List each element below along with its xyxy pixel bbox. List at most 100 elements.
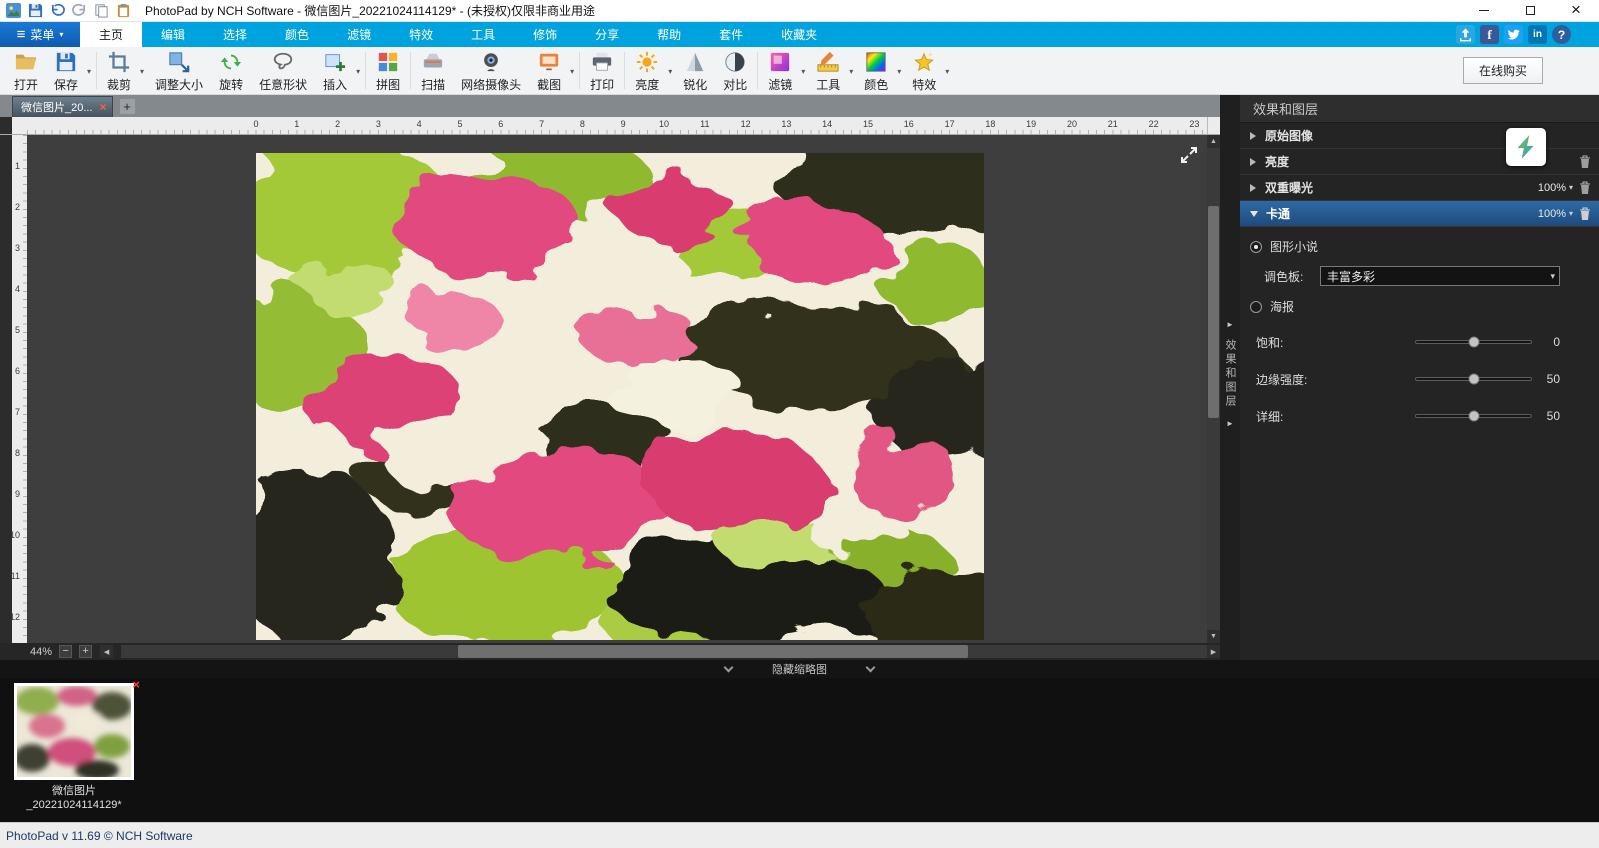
- menu-tab-suite[interactable]: 套件: [700, 22, 762, 47]
- collapse-panel-icon[interactable]: [1226, 419, 1234, 428]
- ruler-number: 22: [1149, 119, 1159, 129]
- effects-button[interactable]: 特效: [904, 47, 952, 94]
- layer-row-cartoon[interactable]: 卡通 100%: [1240, 201, 1599, 227]
- insert-button[interactable]: 插入: [315, 47, 363, 94]
- style-option-graphic-novel[interactable]: 图形小说: [1250, 240, 1599, 253]
- canvas[interactable]: [27, 135, 1207, 643]
- paste-icon[interactable]: [116, 3, 131, 18]
- facebook-icon[interactable]: [1480, 25, 1499, 44]
- thumbnail-item[interactable]: 微信图片 _20221024114129*: [10, 683, 138, 813]
- palette-dropdown[interactable]: 丰富多彩: [1320, 266, 1560, 286]
- separator: [365, 52, 366, 89]
- contrast-button[interactable]: 对比: [715, 47, 755, 94]
- menu-tab-effects[interactable]: 特效: [390, 22, 452, 47]
- thumbnail-close-icon[interactable]: [132, 676, 140, 694]
- rotate-button[interactable]: 旋转: [211, 47, 251, 94]
- linkedin-icon[interactable]: [1528, 25, 1547, 44]
- tab-close-icon[interactable]: [100, 101, 107, 114]
- crop-button[interactable]: 裁剪: [99, 47, 147, 94]
- menu-tab-home[interactable]: 主页: [80, 22, 142, 47]
- radio-unselected-icon[interactable]: [1250, 301, 1262, 313]
- radio-label: 图形小说: [1270, 238, 1318, 255]
- style-option-poster[interactable]: 海报: [1250, 300, 1599, 313]
- chevron-right-icon[interactable]: [1250, 184, 1256, 192]
- menu-tab-help[interactable]: 帮助: [638, 22, 700, 47]
- menu-tab-filter[interactable]: 滤镜: [328, 22, 390, 47]
- opacity-dropdown[interactable]: 100%: [1538, 182, 1573, 194]
- trash-icon[interactable]: [1579, 207, 1591, 221]
- saturation-slider[interactable]: [1415, 340, 1532, 344]
- buy-online-button[interactable]: 在线购买: [1463, 57, 1543, 84]
- scroll-up-icon[interactable]: [1207, 135, 1220, 148]
- edge-strength-slider[interactable]: [1415, 377, 1532, 381]
- expand-icon[interactable]: [1179, 145, 1199, 165]
- vertical-scroll-thumb[interactable]: [1208, 206, 1219, 418]
- minimize-button[interactable]: [1461, 0, 1507, 21]
- menu-tab-tools[interactable]: 工具: [452, 22, 514, 47]
- trash-icon[interactable]: [1579, 181, 1591, 195]
- menu-button[interactable]: 菜单: [0, 22, 80, 47]
- open-button[interactable]: 打开: [6, 47, 46, 94]
- document-tabbar: 微信图片_20...: [0, 95, 1220, 117]
- detail-slider[interactable]: [1415, 414, 1532, 418]
- twitter-icon[interactable]: [1504, 25, 1523, 44]
- opacity-dropdown[interactable]: 100%: [1538, 208, 1573, 220]
- undo-icon[interactable]: [50, 3, 65, 18]
- chevron-down-icon[interactable]: [1250, 211, 1258, 217]
- vertical-scroll-track[interactable]: [1207, 148, 1220, 630]
- freeform-button[interactable]: 任意形状: [251, 47, 315, 94]
- menu-tab-favorites[interactable]: 收藏夹: [762, 22, 836, 47]
- thumbnail-image[interactable]: [14, 683, 134, 780]
- layer-row-double-exposure[interactable]: 双重曝光 100%: [1240, 175, 1599, 201]
- layer-label: 双重曝光: [1265, 179, 1313, 196]
- filter-button[interactable]: 滤镜: [760, 47, 808, 94]
- color-button[interactable]: 颜色: [856, 47, 904, 94]
- zoom-in-button[interactable]: [79, 645, 92, 658]
- menu-tab-retouch[interactable]: 修饰: [514, 22, 576, 47]
- screenshot-button[interactable]: 截图: [529, 47, 577, 94]
- menu-tab-share[interactable]: 分享: [576, 22, 638, 47]
- collage-button[interactable]: 拼图: [368, 47, 408, 94]
- zoom-out-button[interactable]: [59, 645, 72, 658]
- slider-thumb[interactable]: [1468, 411, 1479, 422]
- trash-icon[interactable]: [1579, 155, 1591, 169]
- brightness-button[interactable]: 亮度: [627, 47, 675, 94]
- tools-button[interactable]: 工具: [808, 47, 856, 94]
- save-button[interactable]: 保存: [46, 47, 94, 94]
- horizontal-scrollbar[interactable]: [121, 645, 1207, 658]
- vertical-scrollbar[interactable]: [1207, 135, 1220, 643]
- scroll-left-icon[interactable]: [100, 645, 113, 658]
- menu-tab-select[interactable]: 选择: [204, 22, 266, 47]
- copy-icon[interactable]: [94, 3, 109, 18]
- resize-button[interactable]: 调整大小: [147, 47, 211, 94]
- new-tab-button[interactable]: [120, 99, 135, 114]
- maximize-button[interactable]: [1507, 0, 1553, 21]
- scroll-down-icon[interactable]: [1207, 630, 1220, 643]
- chevron-right-icon[interactable]: [1250, 132, 1256, 140]
- sharpen-icon: [684, 50, 706, 76]
- menu-tab-edit[interactable]: 编辑: [142, 22, 204, 47]
- collapse-panel-icon[interactable]: [1226, 320, 1234, 329]
- slider-thumb[interactable]: [1468, 374, 1479, 385]
- close-button[interactable]: [1553, 0, 1599, 21]
- separator: [757, 52, 758, 89]
- hide-thumbnails-bar[interactable]: 隐藏缩略图: [0, 660, 1599, 678]
- scroll-right-icon[interactable]: [1207, 645, 1220, 658]
- save-icon[interactable]: [28, 3, 43, 18]
- effects-panel-title: 效果和图层: [1240, 95, 1599, 123]
- chevron-right-icon[interactable]: [1250, 158, 1256, 166]
- canvas-image[interactable]: [256, 153, 984, 640]
- share-icon[interactable]: [1456, 25, 1475, 44]
- document-tab[interactable]: 微信图片_20...: [12, 96, 113, 117]
- print-button[interactable]: 打印: [582, 47, 622, 94]
- redo-icon[interactable]: [72, 3, 87, 18]
- scan-button[interactable]: 扫描: [413, 47, 453, 94]
- horizontal-scroll-thumb[interactable]: [458, 645, 968, 658]
- panel-splitter[interactable]: 效果和图层: [1220, 95, 1240, 660]
- webcam-button[interactable]: 网络摄像头: [453, 47, 529, 94]
- sharpen-button[interactable]: 锐化: [675, 47, 715, 94]
- radio-selected-icon[interactable]: [1250, 241, 1262, 253]
- slider-thumb[interactable]: [1468, 337, 1479, 348]
- help-icon[interactable]: [1552, 25, 1571, 44]
- menu-tab-color[interactable]: 颜色: [266, 22, 328, 47]
